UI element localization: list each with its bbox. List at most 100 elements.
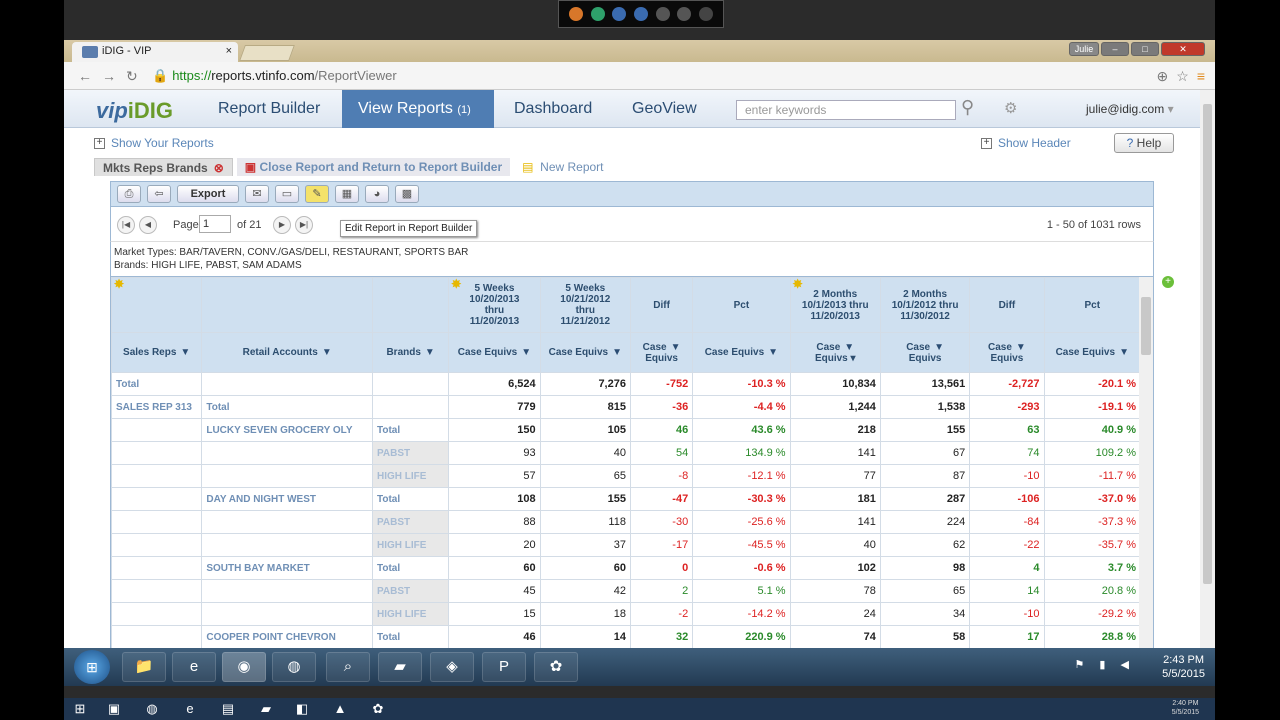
filter-icon[interactable]: ▼ — [934, 342, 944, 353]
menu-geoview[interactable]: GeoView — [616, 90, 713, 128]
back-arrow-icon[interactable]: ⇦ — [147, 185, 171, 203]
chat-icon[interactable] — [677, 7, 692, 21]
flower-icon[interactable]: ✿ — [368, 700, 388, 718]
folder-icon[interactable]: ▰ — [256, 700, 276, 718]
column-header[interactable]: Case ▼ Equivs — [969, 332, 1045, 373]
explorer-taskbar-icon[interactable]: 📁 — [122, 652, 166, 682]
column-header[interactable]: Case Equivs ▼ — [539, 332, 631, 373]
grid-scrollbar[interactable] — [1139, 277, 1153, 650]
excel-icon[interactable]: ▩ — [395, 185, 419, 203]
bookmark-star-icon[interactable]: ☆ — [1176, 68, 1189, 85]
maximize-button[interactable]: □ — [1131, 42, 1159, 56]
acrobat-icon[interactable]: ▲ — [330, 700, 350, 718]
column-header[interactable]: Case ▼ Equivs — [879, 332, 971, 373]
screen-icon[interactable] — [612, 7, 627, 21]
export-button[interactable]: Export — [177, 185, 239, 203]
next-page-icon[interactable]: ▶ — [273, 216, 291, 234]
phone-icon[interactable] — [590, 7, 605, 21]
table-cell[interactable]: LUCKY SEVEN GROCERY OLY — [201, 418, 373, 442]
first-page-icon[interactable]: |◀ — [117, 216, 135, 234]
table-cell[interactable]: Total — [201, 395, 373, 419]
gear-icon[interactable]: ⚙ — [1004, 99, 1017, 117]
tab-close-icon[interactable]: × — [226, 45, 232, 57]
users-icon[interactable] — [655, 7, 670, 21]
help-button[interactable]: ? Help — [1114, 133, 1174, 153]
print-icon[interactable]: ⎙ — [117, 185, 141, 203]
url-field[interactable]: 🔒 https://reports.vtinfo.com/ReportViewer — [152, 68, 397, 84]
chart-icon[interactable]: ◕ — [365, 185, 389, 203]
chrome-taskbar-icon[interactable]: ◉ — [222, 652, 266, 682]
grid-scroll-thumb[interactable] — [1141, 297, 1151, 355]
new-tab-button[interactable] — [239, 45, 295, 61]
search-input[interactable]: enter keywords — [736, 100, 956, 120]
explorer-icon[interactable]: ▤ — [218, 700, 238, 718]
filter-icon[interactable]: ▼ — [1016, 342, 1026, 353]
column-header[interactable]: Case Equivs ▼ — [692, 332, 791, 373]
logo[interactable]: vipiDIG — [96, 98, 173, 124]
filter-icon[interactable]: ▼ — [322, 347, 332, 358]
search-icon[interactable]: ⚲ — [961, 97, 974, 118]
start-icon[interactable]: ⊞ — [70, 700, 90, 718]
filter-icon[interactable]: ▼ — [612, 347, 622, 358]
menu-icon[interactable]: ≡ — [1197, 68, 1205, 85]
last-page-icon[interactable]: ▶| — [295, 216, 313, 234]
zoom-icon[interactable]: ⊕ — [1157, 68, 1169, 85]
new-report-link[interactable]: ▤ New Report — [514, 158, 611, 176]
start-button[interactable]: ⊞ — [74, 650, 110, 684]
column-header[interactable]: Sales Reps ▼ — [111, 332, 203, 373]
column-header[interactable]: Case ▼ Equivs — [629, 332, 694, 373]
minimize-button[interactable]: – — [1101, 42, 1129, 56]
profile-badge[interactable]: Julie — [1069, 42, 1099, 56]
table-cell[interactable]: Total — [111, 372, 203, 396]
screen2-icon[interactable] — [633, 7, 648, 21]
filter-icon[interactable]: ▼ — [521, 347, 531, 358]
table-cell[interactable]: DAY AND NIGHT WEST — [201, 487, 373, 511]
menu-report-builder[interactable]: Report Builder — [202, 90, 336, 128]
reload-icon[interactable]: ↻ — [126, 68, 138, 85]
filter-icon[interactable]: ▼ — [425, 347, 435, 358]
browser-tab[interactable]: iDIG - VIP × — [72, 42, 238, 62]
filter-icon[interactable]: ▼ — [180, 347, 190, 358]
close-return-button[interactable]: ▣ Close Report and Return to Report Buil… — [236, 158, 511, 176]
filter-icon[interactable]: ▼ — [671, 342, 681, 353]
ie-icon[interactable]: e — [180, 700, 200, 718]
column-header[interactable]: Case Equivs ▼ — [448, 332, 541, 373]
forward-icon[interactable]: → — [102, 68, 116, 84]
prev-page-icon[interactable]: ◀ — [139, 216, 157, 234]
filter-icon[interactable]: ▼ — [844, 342, 854, 353]
flower-taskbar-icon[interactable]: ✿ — [534, 652, 578, 682]
powerpoint-taskbar-icon[interactable]: P — [482, 652, 526, 682]
ie-taskbar-icon[interactable]: e — [172, 652, 216, 682]
menu-view-reports[interactable]: View Reports (1) — [342, 90, 494, 128]
more-icon[interactable] — [699, 7, 714, 21]
tab-current-report[interactable]: Mkts Reps Brands ⊗ — [94, 158, 233, 176]
table-cell[interactable]: COOPER POINT CHEVRON — [201, 625, 373, 649]
search-taskbar-icon[interactable]: ⌕ — [326, 652, 370, 682]
column-header[interactable]: Brands ▼ — [371, 332, 450, 373]
firefox-icon[interactable]: ◍ — [142, 700, 162, 718]
page-scrollbar[interactable] — [1200, 90, 1215, 650]
host-clock[interactable]: 2:40 PM 5/5/2015 — [1172, 699, 1199, 717]
menu-dashboard[interactable]: Dashboard — [498, 90, 608, 128]
add-column-icon[interactable]: + — [1162, 276, 1174, 288]
clock[interactable]: 2:43 PM 5/5/2015 — [1162, 653, 1205, 681]
user-menu[interactable]: julie@idig.com ▾ — [1086, 102, 1174, 116]
page-input[interactable]: 1 — [199, 215, 231, 233]
outlook-icon[interactable]: ▣ — [104, 700, 124, 718]
edit-report-icon[interactable]: ✎ — [305, 185, 329, 203]
save-as-icon[interactable]: ▦ — [335, 185, 359, 203]
firefox-taskbar-icon[interactable]: ◍ — [272, 652, 316, 682]
close-report-icon[interactable]: ⊗ — [214, 161, 224, 175]
app-icon[interactable] — [568, 7, 583, 21]
folder-taskbar-icon[interactable]: ▰ — [378, 652, 422, 682]
system-tray[interactable]: ⚑ ▮ ◀ — [1075, 658, 1136, 671]
column-header[interactable]: Case Equivs ▼ — [1043, 332, 1142, 373]
back-icon[interactable]: ← — [78, 68, 92, 84]
column-header[interactable]: Retail Accounts ▼ — [201, 332, 373, 373]
close-window-button[interactable]: ✕ — [1161, 42, 1205, 56]
email-icon[interactable]: ✉ — [245, 185, 269, 203]
table-cell[interactable]: SALES REP 313 — [111, 395, 203, 419]
show-header[interactable]: + Show Header — [981, 136, 1071, 150]
page-scroll-thumb[interactable] — [1203, 104, 1212, 584]
table-cell[interactable]: SOUTH BAY MARKET — [201, 556, 373, 580]
